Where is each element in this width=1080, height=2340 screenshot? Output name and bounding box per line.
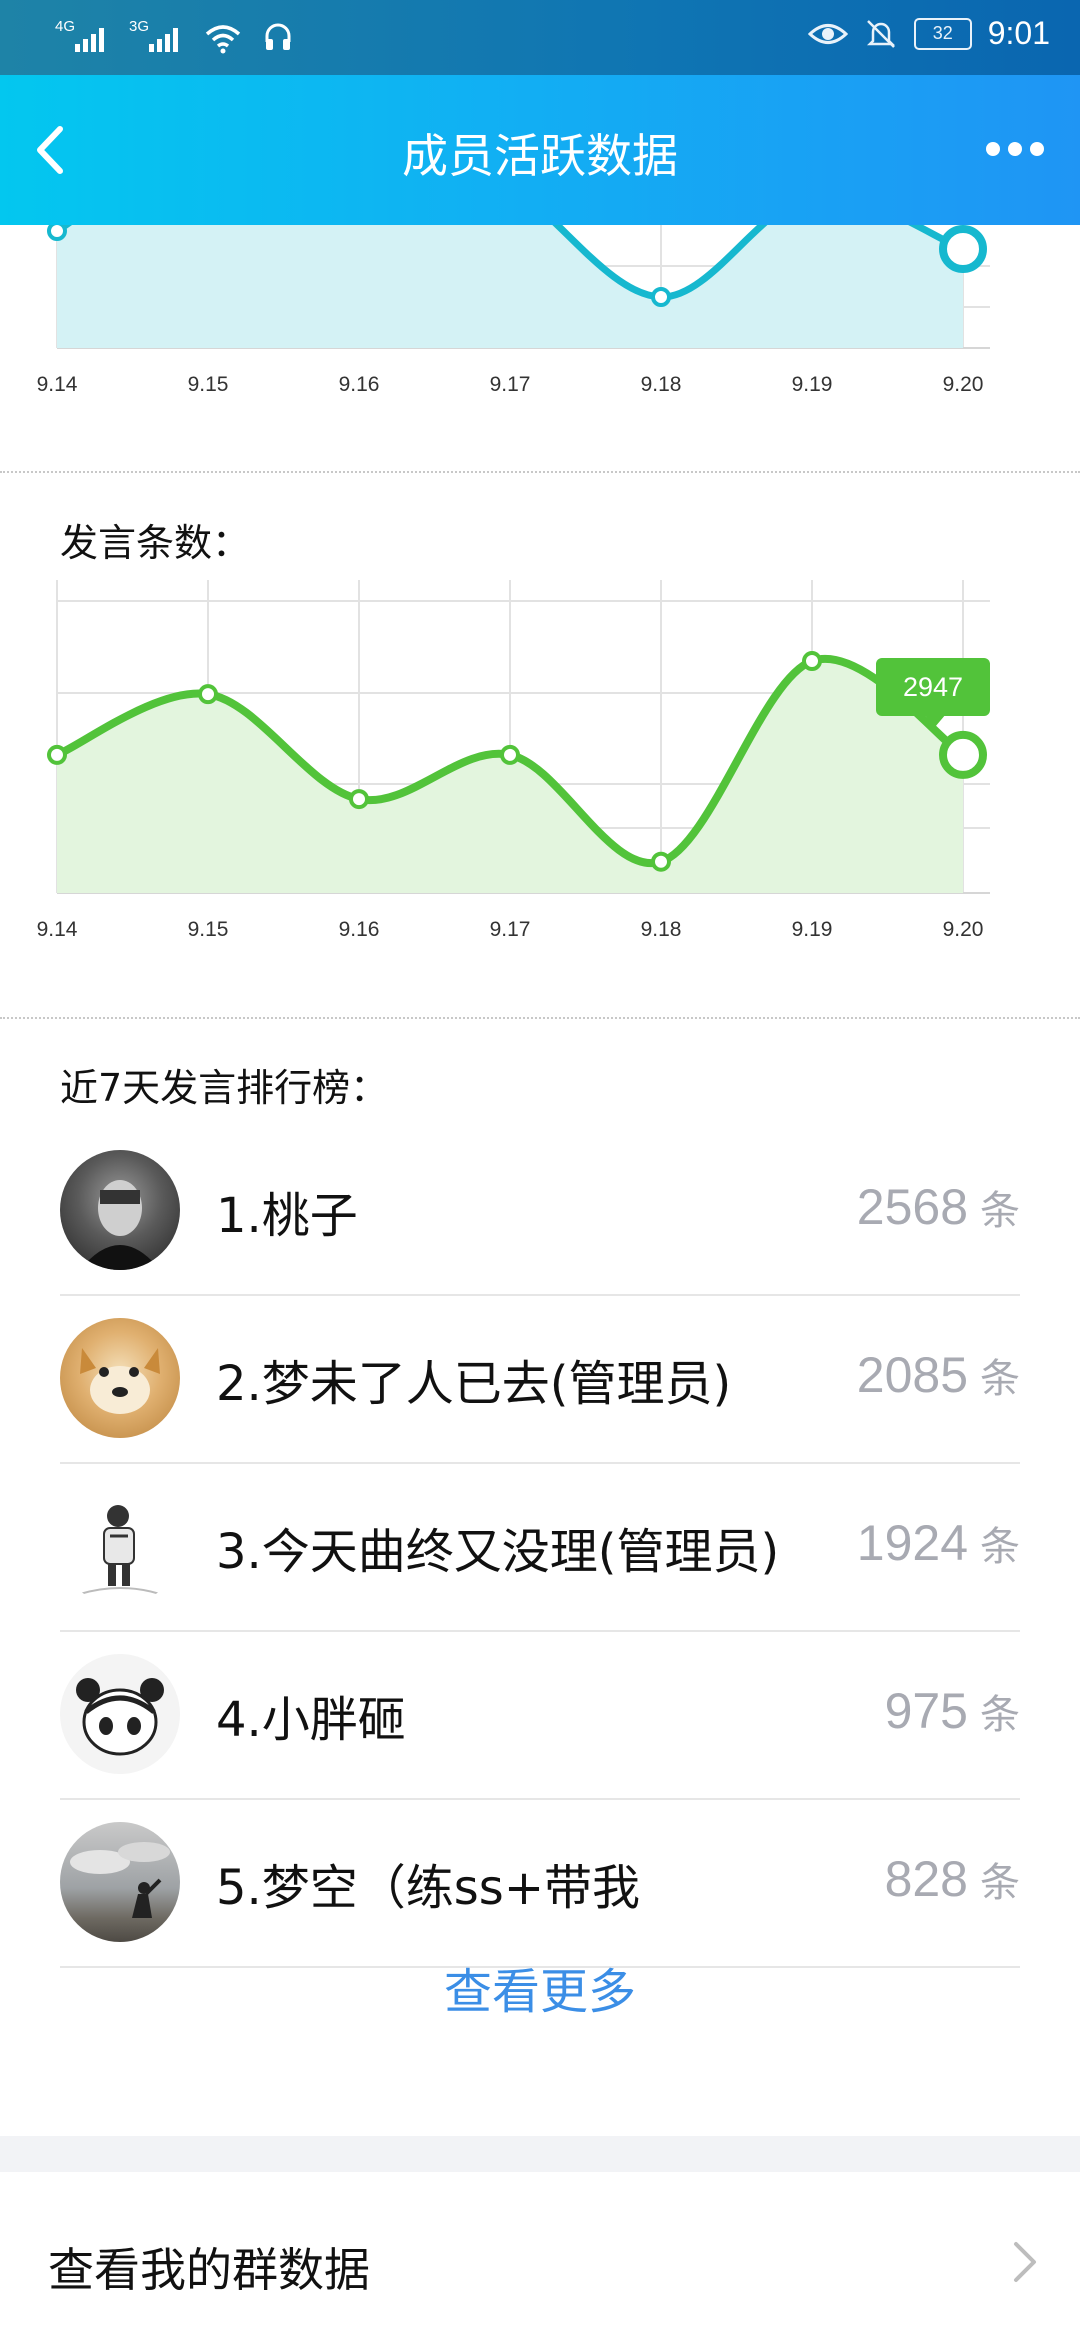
x-tick-label: 9.19 xyxy=(792,918,833,941)
x-tick-label: 9.20 xyxy=(943,918,984,941)
eye-comfort-icon xyxy=(807,23,848,44)
ranking-row[interactable]: 4.小胖砸 975 条 xyxy=(60,1630,1020,1800)
page-title: 成员活跃数据 xyxy=(402,129,678,183)
section-gap xyxy=(0,2136,1080,2172)
message-count: 2568 条 xyxy=(856,1179,1020,1235)
member-name: 1.桃子 xyxy=(216,1188,358,1244)
section-divider xyxy=(0,1017,1080,1019)
avatar[interactable] xyxy=(60,1822,180,1942)
x-tick-label: 9.17 xyxy=(490,918,531,941)
data-point xyxy=(500,744,520,765)
avatar[interactable] xyxy=(60,1654,180,1774)
my-group-data-row[interactable]: 查看我的群数据 xyxy=(0,2172,1080,2340)
data-point xyxy=(47,225,67,241)
x-tick-label: 9.18 xyxy=(641,373,682,396)
data-point xyxy=(47,744,67,765)
chart-message-count: 9.14 9.15 9.16 9.17 9.18 9.19 9.20 xyxy=(37,580,990,941)
member-name: 2.梦未了人已去(管理员) xyxy=(216,1356,732,1412)
message-count: 828 条 xyxy=(884,1851,1020,1907)
x-tick-label: 9.20 xyxy=(943,373,984,396)
x-tick-label: 9.14 xyxy=(37,373,78,396)
ranking-row[interactable]: 2.梦未了人已去(管理员) 2085 条 xyxy=(60,1294,1020,1464)
member-name: 4.小胖砸 xyxy=(216,1692,406,1748)
avatar[interactable] xyxy=(60,1486,180,1606)
sim1-signal-icon: 4G xyxy=(55,18,109,54)
chart-tooltip: 2947 xyxy=(876,658,990,716)
mute-bell-icon xyxy=(866,19,895,48)
x-tick-label: 9.15 xyxy=(188,918,229,941)
clock: 9:01 xyxy=(987,15,1050,51)
ranking-row[interactable]: 1.桃子 2568 条 xyxy=(60,1126,1020,1296)
data-point xyxy=(349,789,369,810)
message-count: 1924 条 xyxy=(856,1515,1020,1571)
section-divider xyxy=(0,471,1080,473)
my-group-data-label: 查看我的群数据 xyxy=(48,2243,370,2297)
title-bar: 成员活跃数据 xyxy=(0,75,1080,225)
member-name: 3.今天曲终又没理(管理员) xyxy=(216,1524,780,1580)
x-tick-label: 9.16 xyxy=(339,373,380,396)
battery-icon: 32 xyxy=(913,17,972,50)
ranking-row[interactable]: 3.今天曲终又没理(管理员) 1924 条 xyxy=(60,1462,1020,1632)
wifi-icon xyxy=(205,25,241,54)
data-point xyxy=(651,851,671,872)
more-options-icon[interactable] xyxy=(980,127,1050,171)
data-point xyxy=(198,684,218,705)
x-tick-label: 9.19 xyxy=(792,373,833,396)
chevron-right-icon xyxy=(1014,2242,1036,2282)
status-bar: 4G 3G 32 9:01 xyxy=(0,0,1080,75)
x-tick-label: 9.14 xyxy=(37,918,78,941)
data-point xyxy=(651,287,671,307)
ranking-row[interactable]: 5.梦空（练ss+带我 828 条 xyxy=(60,1798,1020,1968)
x-tick-label: 9.15 xyxy=(188,373,229,396)
see-more-link[interactable]: 查看更多 xyxy=(0,1952,1080,2022)
data-point-selected xyxy=(939,225,987,273)
ranking-title: 近7天发言排行榜： xyxy=(60,1066,389,1110)
message-count: 975 条 xyxy=(884,1683,1020,1739)
headset-icon xyxy=(265,23,291,50)
chart-activity-top: 9.14 9.15 9.16 9.17 9.18 9.19 9.20 xyxy=(37,225,990,396)
x-tick-label: 9.17 xyxy=(490,373,531,396)
chart-area-fill xyxy=(57,225,963,348)
data-point-selected xyxy=(939,730,987,779)
message-count: 2085 条 xyxy=(856,1347,1020,1403)
x-tick-label: 9.18 xyxy=(641,918,682,941)
x-tick-label: 9.16 xyxy=(339,918,380,941)
data-point xyxy=(802,651,822,672)
avatar[interactable] xyxy=(60,1150,180,1270)
sim2-signal-icon: 3G xyxy=(129,18,183,54)
tooltip-pointer xyxy=(924,714,946,727)
chart-title: 发言条数： xyxy=(60,521,251,565)
member-name: 5.梦空（练ss+带我 xyxy=(216,1860,641,1916)
avatar[interactable] xyxy=(60,1318,180,1438)
